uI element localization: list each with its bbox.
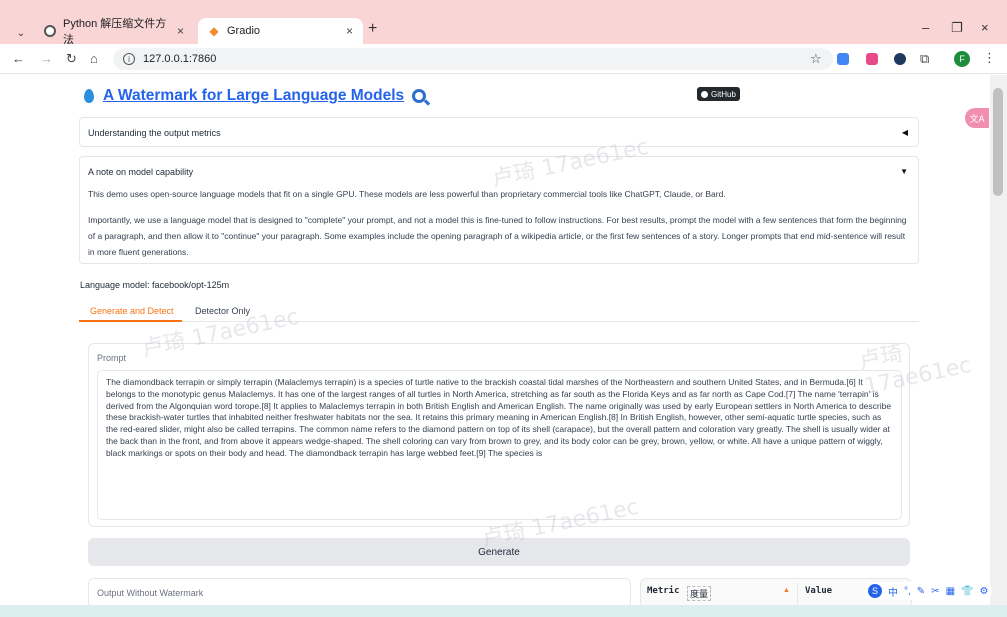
prompt-label: Prompt bbox=[97, 353, 127, 363]
metric-header-annotation: 度量 bbox=[687, 586, 712, 601]
os-taskbar bbox=[0, 605, 1007, 617]
browser-tab-python[interactable]: Python 解压缩文件方法 × bbox=[34, 18, 194, 46]
github-label: GitHub bbox=[711, 89, 736, 99]
address-bar[interactable]: i 127.0.0.1:7860 bbox=[113, 48, 833, 70]
ime-handwriting-icon[interactable]: ✎ bbox=[917, 586, 925, 597]
language-model-label: Language model: facebook/opt-125m bbox=[80, 280, 230, 290]
tab-close-icon[interactable]: × bbox=[177, 24, 184, 38]
tab-favicon-icon bbox=[44, 25, 56, 37]
close-window-button[interactable]: × bbox=[981, 20, 989, 35]
github-badge[interactable]: GitHub bbox=[697, 87, 740, 101]
value-column-header[interactable]: Value bbox=[805, 586, 832, 596]
expand-arrow-icon[interactable]: ▼ bbox=[900, 167, 908, 176]
capability-paragraph-1: This demo uses open-source language mode… bbox=[88, 189, 726, 199]
page-header: A Watermark for Large Language Models bbox=[84, 87, 427, 105]
prompt-block: Prompt The diamondback terrapin or simpl… bbox=[88, 343, 910, 527]
github-icon bbox=[701, 90, 708, 98]
reload-icon[interactable]: ↻ bbox=[66, 51, 77, 67]
active-tab-indicator bbox=[79, 320, 182, 322]
browser-titlebar: ⌄ Python 解压缩文件方法 × ◆ Gradio × + – ❐ × bbox=[0, 0, 1007, 46]
extension-pink-icon[interactable] bbox=[866, 53, 878, 65]
url-text: 127.0.0.1:7860 bbox=[143, 53, 217, 65]
translate-side-icon[interactable]: 文A bbox=[965, 108, 989, 128]
tab-detector-only[interactable]: Detector Only bbox=[195, 306, 250, 316]
gradio-favicon-icon: ◆ bbox=[209, 24, 219, 38]
ime-tools-icon[interactable]: ✂ bbox=[931, 586, 939, 597]
tab-title: Gradio bbox=[227, 25, 261, 37]
scrollbar-thumb[interactable] bbox=[993, 88, 1003, 196]
extension-translate-icon[interactable] bbox=[837, 53, 849, 65]
browser-toolbar: ← → ↻ ⌂ i 127.0.0.1:7860 ☆ ⧉ F ⋮ bbox=[0, 44, 1007, 74]
accordion-label: A note on model capability bbox=[88, 167, 194, 177]
prompt-textarea[interactable]: The diamondback terrapin or simply terra… bbox=[97, 370, 902, 520]
restore-button[interactable]: ❐ bbox=[951, 20, 963, 36]
water-drop-icon bbox=[84, 89, 94, 103]
forward-icon[interactable]: → bbox=[40, 51, 53, 66]
new-tab-button[interactable]: + bbox=[368, 20, 377, 38]
ime-punctuation-icon[interactable]: °, bbox=[904, 586, 911, 597]
metric-column-header[interactable]: Metric bbox=[647, 586, 680, 596]
output-without-watermark-block: Output Without Watermark bbox=[88, 578, 631, 605]
browser-tab-gradio[interactable]: ◆ Gradio × bbox=[198, 18, 363, 44]
tab-search-icon[interactable]: ⌄ bbox=[12, 24, 30, 42]
generate-button[interactable]: Generate bbox=[88, 538, 910, 566]
minimize-button[interactable]: – bbox=[922, 20, 929, 35]
ime-toolbar: S 中 °, ✎ ✂ ▦ 👕 ⚙ bbox=[864, 582, 993, 600]
sort-ascending-icon[interactable]: ▲ bbox=[783, 587, 790, 594]
ime-settings-icon[interactable]: ⚙ bbox=[979, 586, 988, 597]
output-without-watermark-label: Output Without Watermark bbox=[97, 588, 204, 598]
page-title-link[interactable]: A Watermark for Large Language Models bbox=[103, 87, 404, 105]
accordion-model-capability[interactable]: A note on model capability ▼ This demo u… bbox=[79, 156, 919, 264]
magnifier-icon bbox=[412, 89, 427, 103]
ime-skin-icon[interactable]: 👕 bbox=[961, 586, 973, 597]
tab-close-icon[interactable]: × bbox=[346, 24, 353, 38]
bookmark-star-icon[interactable]: ☆ bbox=[810, 51, 822, 67]
extensions-puzzle-icon[interactable]: ⧉ bbox=[920, 51, 929, 67]
accordion-label: Understanding the output metrics bbox=[88, 128, 221, 138]
ime-chinese-mode[interactable]: 中 bbox=[888, 584, 898, 599]
collapse-arrow-icon[interactable]: ◀ bbox=[902, 128, 908, 137]
column-divider bbox=[797, 583, 798, 605]
mode-tabs: Generate and Detect Detector Only bbox=[79, 300, 919, 322]
ime-logo-icon[interactable]: S bbox=[868, 584, 882, 598]
home-icon[interactable]: ⌂ bbox=[90, 51, 98, 66]
accordion-output-metrics[interactable]: Understanding the output metrics ◀ bbox=[79, 117, 919, 147]
gradio-page: A Watermark for Large Language Models Gi… bbox=[0, 75, 990, 605]
site-info-icon[interactable]: i bbox=[123, 53, 135, 65]
capability-paragraph-2: Importantly, we use a language model tha… bbox=[88, 215, 907, 257]
ime-keyboard-icon[interactable]: ▦ bbox=[946, 586, 955, 597]
tab-title: Python 解压缩文件方法 bbox=[62, 18, 167, 46]
tab-generate-and-detect[interactable]: Generate and Detect bbox=[90, 306, 174, 316]
profile-avatar[interactable]: F bbox=[954, 51, 970, 67]
browser-menu-icon[interactable]: ⋮ bbox=[983, 50, 996, 66]
back-icon[interactable]: ← bbox=[12, 51, 25, 66]
extension-shield-icon[interactable] bbox=[894, 53, 906, 65]
